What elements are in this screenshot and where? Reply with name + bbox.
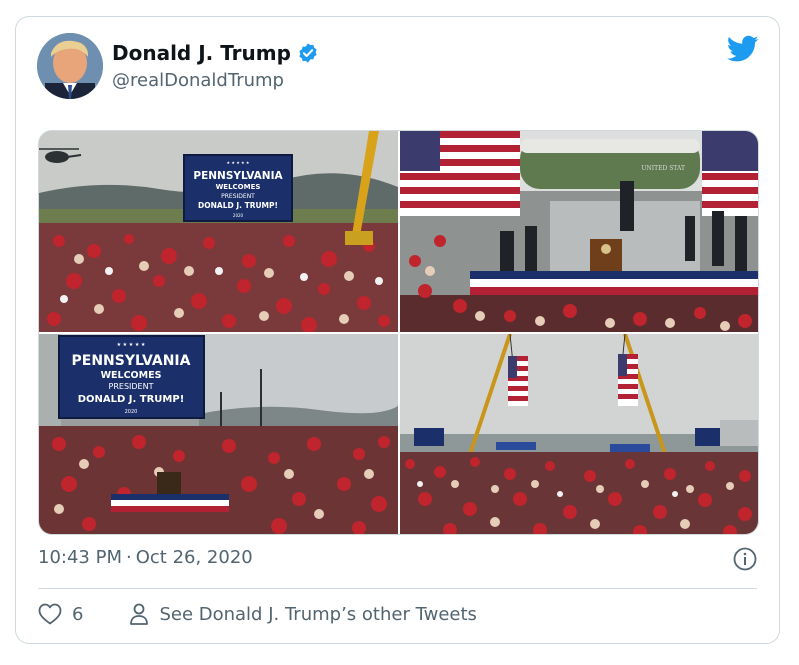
tweet-actions: 6 See Donald J. Trump’s other Tweets [38, 603, 477, 625]
rally-photo-2[interactable]: UNITED STAT [400, 131, 758, 332]
verified-badge-icon [299, 43, 317, 63]
sign-line-3: PRESIDENT [221, 193, 255, 200]
svg-text:★ ★ ★ ★ ★: ★ ★ ★ ★ ★ [117, 342, 146, 348]
tweet-timestamp[interactable]: 10:43 PM · Oct 26, 2020 [38, 547, 253, 568]
meta-separator: · [125, 547, 132, 568]
sign-line-5: 2020 [233, 213, 244, 218]
author-name[interactable]: Donald J. Trump [112, 41, 291, 65]
rally-photo-3[interactable]: ★ ★ ★ ★ ★ PENNSYLVANIA WELCOMES PRESIDEN… [39, 334, 398, 534]
twitter-bird-icon[interactable] [727, 35, 759, 63]
info-icon[interactable] [733, 547, 757, 571]
sign-line-1: PENNSYLVANIA [193, 170, 283, 182]
divider [38, 588, 757, 589]
sign-line-2: WELCOMES [101, 370, 162, 381]
sign-line-5: 2020 [125, 409, 138, 415]
other-tweets-label: See Donald J. Trump’s other Tweets [159, 603, 477, 625]
rally-photo-1[interactable]: ★ ★ ★ ★ ★ PENNSYLVANIA WELCOMES PRESIDEN… [39, 131, 398, 332]
svg-text:★ ★ ★ ★ ★: ★ ★ ★ ★ ★ [226, 160, 249, 165]
rally-photo-4[interactable] [400, 334, 758, 534]
tweet-card: Donald J. Trump @realDonaldTrump ★ ★ ★ ★… [15, 16, 780, 644]
avatar[interactable] [37, 33, 103, 99]
heart-icon [38, 603, 62, 625]
tweet-date: Oct 26, 2020 [135, 547, 253, 568]
sign-line-3: PRESIDENT [109, 382, 154, 391]
like-count: 6 [72, 603, 84, 625]
sign-line-4: DONALD J. TRUMP! [78, 394, 185, 405]
sign-line-1: PENNSYLVANIA [72, 353, 191, 369]
svg-text:UNITED STAT: UNITED STAT [641, 165, 685, 172]
sign-line-2: WELCOMES [216, 183, 261, 191]
person-icon [130, 603, 149, 625]
like-button[interactable]: 6 [38, 603, 83, 625]
author-handle[interactable]: @realDonaldTrump [112, 70, 284, 91]
sign-line-4: DONALD J. TRUMP! [198, 201, 278, 210]
media-grid: ★ ★ ★ ★ ★ PENNSYLVANIA WELCOMES PRESIDEN… [38, 130, 759, 535]
tweet-time: 10:43 PM [38, 547, 122, 568]
other-tweets-link[interactable]: See Donald J. Trump’s other Tweets [129, 603, 477, 625]
